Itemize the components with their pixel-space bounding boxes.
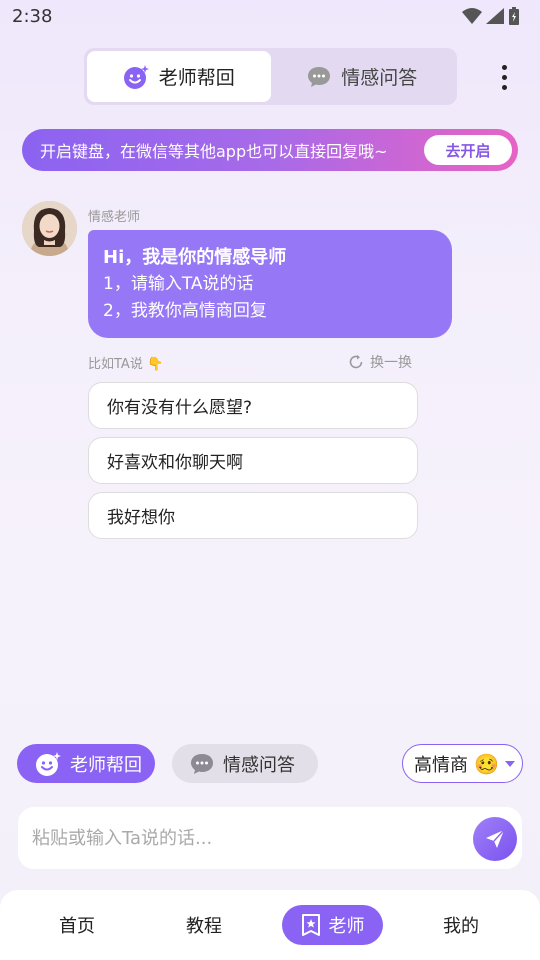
mode-teacher-reply-label: 老师帮回	[70, 754, 142, 776]
wifi-icon	[462, 8, 482, 24]
banner-text: 开启键盘，在微信等其他app也可以直接回复哦~	[40, 142, 388, 161]
nav-home-label: 首页	[59, 916, 95, 937]
avatar	[22, 201, 77, 256]
nav-tutorial[interactable]: 教程	[164, 905, 244, 945]
teacher-badge-icon	[301, 914, 320, 936]
suggestion-item[interactable]: 好喜欢和你聊天啊	[88, 437, 418, 484]
nav-tutorial-label: 教程	[186, 916, 222, 937]
eq-level-label: 高情商	[414, 754, 468, 776]
eq-level-select[interactable]: 高情商 🥴	[402, 744, 523, 783]
refresh-label: 换一换	[370, 355, 412, 371]
top-tab-bar: 老师帮回 情感问答	[84, 48, 457, 105]
chat-bubble-icon	[308, 66, 331, 87]
more-menu-button[interactable]	[494, 62, 514, 92]
refresh-icon	[349, 355, 363, 369]
nav-mine[interactable]: 我的	[421, 905, 501, 945]
enable-keyboard-button[interactable]: 去开启	[424, 135, 512, 165]
suggestion-item[interactable]: 你有没有什么愿望?	[88, 382, 418, 429]
message-bubble: Hi，我是你的情感导师 1，请输入TA说的话 2，我教你高情商回复	[88, 230, 452, 338]
dropdown-arrow-icon	[504, 760, 515, 767]
bubble-line-2: 2，我教你高情商回复	[103, 301, 267, 321]
keyboard-banner: 开启键盘，在微信等其他app也可以直接回复哦~ 去开启	[22, 129, 518, 171]
smiley-sparkle-icon	[123, 64, 149, 89]
bubble-title: Hi，我是你的情感导师	[103, 247, 287, 268]
nav-home[interactable]: 首页	[37, 905, 117, 945]
mode-teacher-reply-button[interactable]: 老师帮回	[17, 744, 155, 783]
suggestion-item[interactable]: 我好想你	[88, 492, 418, 539]
chat-bubble-icon	[191, 753, 213, 774]
message-input-box	[18, 807, 522, 869]
nav-teacher[interactable]: 老师	[282, 905, 383, 945]
refresh-button[interactable]: 换一换	[348, 352, 412, 372]
more-dot	[501, 84, 507, 90]
mode-emotion-qa-label: 情感问答	[223, 754, 295, 776]
tab-emotion-qa[interactable]: 情感问答	[271, 51, 455, 102]
tab-emotion-qa-label: 情感问答	[341, 67, 418, 89]
message-input[interactable]	[32, 827, 462, 849]
mode-emotion-qa-button[interactable]: 情感问答	[172, 744, 318, 783]
bottom-nav: 首页 教程 老师 我的	[0, 890, 540, 960]
smiley-sparkle-icon	[36, 751, 61, 776]
suggestion-hint: 比如TA说 👇	[88, 356, 164, 372]
signal-icon	[486, 8, 504, 24]
eq-emoji: 🥴	[474, 751, 499, 776]
more-dot	[501, 74, 507, 80]
send-button[interactable]	[473, 817, 517, 861]
teacher-avatar-image	[22, 201, 77, 256]
tab-teacher-reply[interactable]: 老师帮回	[87, 51, 271, 102]
sender-name: 情感老师	[88, 210, 141, 225]
battery-icon	[509, 7, 519, 25]
suggestion-hint-row: 比如TA说 👇 换一换	[88, 352, 412, 372]
nav-mine-label: 我的	[443, 916, 479, 937]
more-dot	[501, 64, 507, 70]
status-icons	[462, 7, 520, 25]
send-icon	[486, 829, 505, 848]
nav-teacher-label: 老师	[328, 916, 365, 937]
status-time: 2:38	[12, 5, 53, 27]
bubble-line-1: 1，请输入TA说的话	[103, 274, 254, 294]
tab-teacher-reply-label: 老师帮回	[158, 67, 235, 89]
status-bar: 2:38	[0, 0, 540, 32]
